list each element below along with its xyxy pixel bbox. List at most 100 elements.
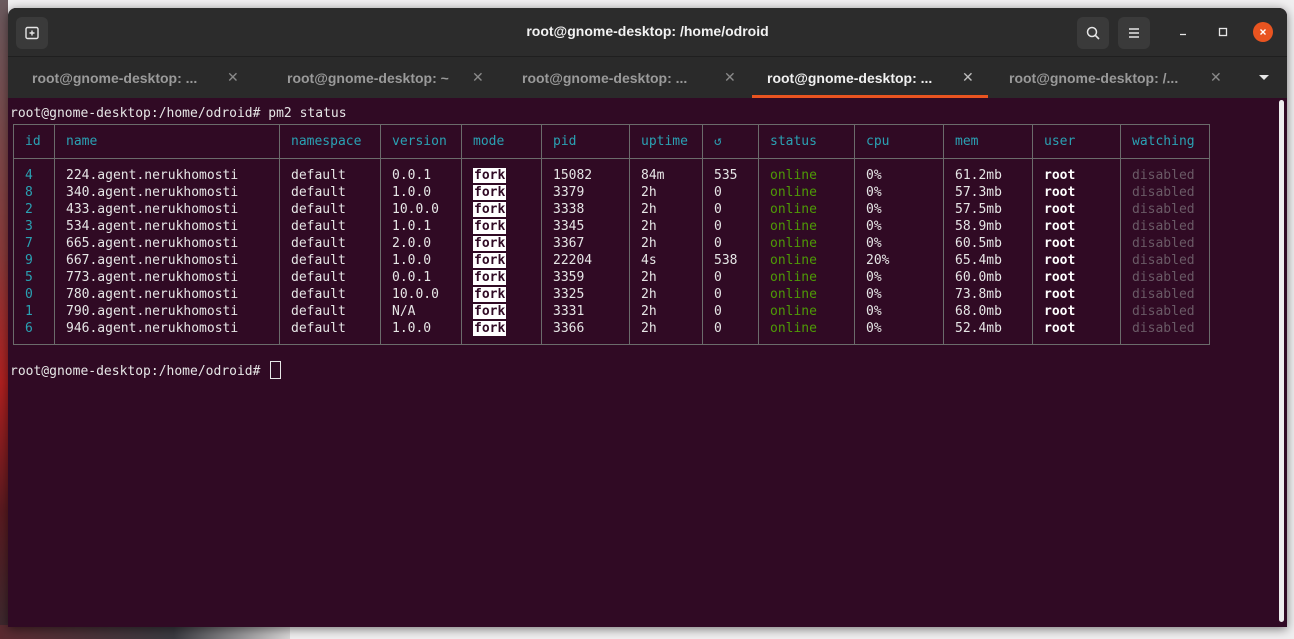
cell-version: 10.0.0 [380, 286, 462, 303]
menu-button[interactable] [1118, 17, 1150, 49]
cell-name: 780.agent.nerukhomosti [54, 286, 280, 303]
cell-version: 0.0.1 [380, 158, 462, 184]
cell-version: 2.0.0 [380, 235, 462, 252]
cell-name: 667.agent.nerukhomosti [54, 252, 280, 269]
scrollbar[interactable] [1279, 100, 1284, 622]
watching-value: disabled [1132, 202, 1195, 217]
status-value: online [770, 253, 817, 268]
version-value: 10.0.0 [392, 202, 439, 217]
tab-2[interactable]: root@gnome-desktop: ~ ✕ [254, 57, 498, 98]
text-cursor [270, 361, 282, 379]
cell-uptime: 2h [629, 201, 703, 218]
tab-close-icon[interactable]: ✕ [472, 69, 484, 86]
cell-namespace: default [279, 184, 381, 201]
uptime-value: 2h [641, 219, 657, 234]
watching-value: disabled [1132, 287, 1195, 302]
mem-value: 73.8mb [955, 287, 1002, 302]
id-value: 9 [25, 253, 33, 268]
status-value: online [770, 304, 817, 319]
cpu-value: 0% [866, 236, 882, 251]
header-bar: root@gnome-desktop: /home/odroid [8, 8, 1287, 56]
uptime-value: 2h [641, 321, 657, 336]
cell-mem: 52.4mb [943, 320, 1033, 345]
cell-name: 790.agent.nerukhomosti [54, 303, 280, 320]
tab-close-icon[interactable]: ✕ [1210, 69, 1222, 86]
uptime-value: 2h [641, 202, 657, 217]
name-value: 780.agent.nerukhomosti [66, 287, 239, 302]
cell-watching: disabled [1120, 218, 1210, 235]
col-header-mem: mem [943, 124, 1033, 159]
mem-value: 57.3mb [955, 185, 1002, 200]
col-header-id: id [13, 124, 55, 159]
cell-mode: fork [461, 303, 542, 320]
mode-value: fork [473, 321, 507, 336]
mode-value: fork [473, 236, 507, 251]
close-button[interactable] [1253, 22, 1273, 42]
cpu-value: 0% [866, 185, 882, 200]
cell-user: root [1032, 201, 1121, 218]
cell-status: online [758, 235, 855, 252]
cell-mem: 65.4mb [943, 252, 1033, 269]
name-value: 665.agent.nerukhomosti [66, 236, 239, 251]
cell-version: 1.0.0 [380, 252, 462, 269]
status-value: online [770, 168, 817, 183]
namespace-value: default [291, 287, 346, 302]
maximize-button[interactable] [1213, 22, 1233, 42]
cpu-value: 0% [866, 321, 882, 336]
namespace-value: default [291, 270, 346, 285]
tab-5[interactable]: root@gnome-desktop: /... ✕ [988, 57, 1246, 98]
namespace-value: default [291, 202, 346, 217]
uptime-value: 2h [641, 270, 657, 285]
restarts-value: 0 [714, 304, 722, 319]
cell-mem: 57.3mb [943, 184, 1033, 201]
table-row: 0 780.agent.nerukhomosti default 10.0.0 fork… [13, 286, 1210, 303]
col-header-status: status [758, 124, 855, 159]
cell-user: root [1032, 235, 1121, 252]
cell-user: root [1032, 320, 1121, 345]
tab-close-icon[interactable]: ✕ [962, 69, 974, 86]
namespace-value: default [291, 253, 346, 268]
user-value: root [1044, 202, 1076, 217]
cell-version: 0.0.1 [380, 269, 462, 286]
tab-3[interactable]: root@gnome-desktop: ... ✕ [498, 57, 752, 98]
version-value: 2.0.0 [392, 236, 432, 251]
cell-name: 534.agent.nerukhomosti [54, 218, 280, 235]
tab-close-icon[interactable]: ✕ [724, 69, 736, 86]
tab-close-icon[interactable]: ✕ [227, 69, 239, 86]
user-value: root [1044, 253, 1076, 268]
mem-value: 60.0mb [955, 270, 1002, 285]
cell-name: 773.agent.nerukhomosti [54, 269, 280, 286]
cell-mode: fork [461, 286, 542, 303]
cell-uptime: 2h [629, 320, 703, 345]
cell-mem: 60.5mb [943, 235, 1033, 252]
id-value: 7 [25, 236, 33, 251]
version-value: 1.0.1 [392, 219, 432, 234]
tab-4-active[interactable]: root@gnome-desktop: ... ✕ [752, 57, 988, 98]
cell-version: 1.0.0 [380, 184, 462, 201]
mode-value: fork [473, 287, 507, 302]
cpu-value: 0% [866, 168, 882, 183]
minimize-button[interactable] [1173, 22, 1193, 42]
pid-value: 3345 [553, 219, 585, 234]
terminal-output[interactable]: root@gnome-desktop:/home/odroid# pm2 sta… [8, 97, 1276, 627]
tab-label: root@gnome-desktop: ... [522, 69, 688, 86]
search-button[interactable] [1077, 17, 1109, 49]
mem-value: 65.4mb [955, 253, 1002, 268]
cell-restarts: 0 [702, 286, 759, 303]
cell-namespace: default [279, 303, 381, 320]
cell-user: root [1032, 303, 1121, 320]
col-header-namespace: namespace [279, 124, 381, 159]
cpu-value: 0% [866, 219, 882, 234]
col-header-restarts: ↺ [702, 124, 759, 159]
pid-value: 3379 [553, 185, 585, 200]
user-value: root [1044, 270, 1076, 285]
cell-uptime: 4s [629, 252, 703, 269]
cell-restarts: 535 [702, 158, 759, 184]
cell-uptime: 2h [629, 184, 703, 201]
chevron-down-icon[interactable] [1256, 71, 1272, 83]
cell-restarts: 0 [702, 218, 759, 235]
cell-status: online [758, 252, 855, 269]
cell-mem: 60.0mb [943, 269, 1033, 286]
tab-1[interactable]: root@gnome-desktop: ... ✕ [8, 57, 254, 98]
cell-name: 433.agent.nerukhomosti [54, 201, 280, 218]
